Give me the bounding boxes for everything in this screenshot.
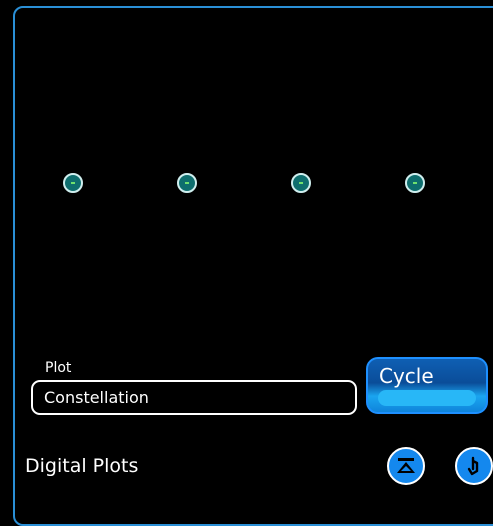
cycle-button[interactable]: Cycle (366, 357, 488, 414)
constellation-point (177, 173, 197, 193)
help-button[interactable] (455, 447, 493, 485)
cycle-button-label: Cycle (379, 364, 434, 388)
constellation-plot (15, 8, 493, 348)
collapse-button[interactable] (387, 447, 425, 485)
collapse-top-icon (397, 458, 415, 473)
cycle-button-highlight (378, 390, 476, 406)
hand-pointer-icon (467, 456, 479, 476)
plot-field-label: Plot (45, 360, 72, 376)
constellation-point (63, 173, 83, 193)
plot-select[interactable]: Constellation (31, 380, 357, 415)
constellation-point (405, 173, 425, 193)
constellation-point (291, 173, 311, 193)
page-title: Digital Plots (25, 455, 139, 477)
